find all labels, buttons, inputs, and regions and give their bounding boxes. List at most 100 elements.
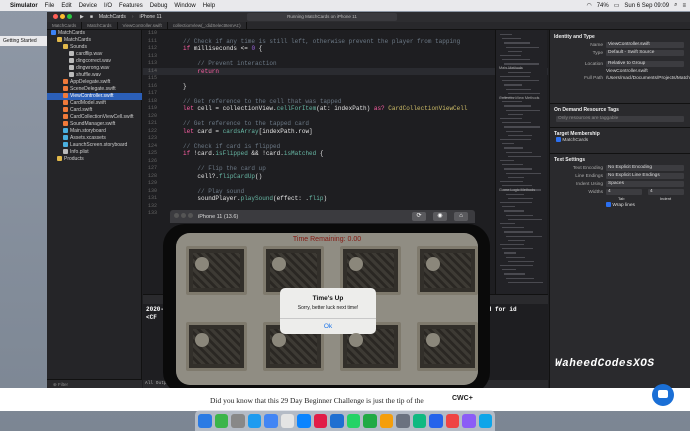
dock-app-icon[interactable]	[231, 413, 245, 428]
menu-app-name[interactable]: Simulator	[10, 3, 38, 9]
dock-app-icon[interactable]	[198, 413, 212, 428]
navigator-item[interactable]: SceneDelegate.swift	[47, 86, 142, 93]
code-line[interactable]: 111 // Check if any time is still left, o…	[143, 38, 548, 46]
dock-app-icon[interactable]	[445, 413, 459, 428]
navigator-item[interactable]: MatchCards	[47, 37, 142, 44]
jump-bar-item[interactable]: ViewController.swift	[118, 22, 168, 29]
menu-debug[interactable]: Debug	[150, 3, 168, 9]
navigator-item[interactable]: LaunchScreen.storyboard	[47, 142, 142, 149]
menu-features[interactable]: Features	[119, 3, 143, 9]
close-window-icon[interactable]	[53, 13, 58, 19]
battery-percent[interactable]: 74%	[597, 3, 609, 9]
indent-select[interactable]: Spaces	[606, 181, 684, 187]
iphone-screen[interactable]: Time Remaining: 0.00 Time's Up Sorry, be…	[176, 233, 478, 385]
code-lines[interactable]: 110 111 // Check if any time is still left…	[143, 30, 548, 218]
chat-icon[interactable]	[652, 384, 674, 406]
navigator-filter[interactable]: ⊕ Filter	[47, 379, 142, 388]
device-selector[interactable]: iPhone 11	[140, 14, 162, 20]
navigator-item[interactable]: Sounds	[47, 44, 142, 51]
dock-app-icon[interactable]	[214, 413, 228, 428]
navigator-item[interactable]: cardflip.wav	[47, 51, 142, 58]
code-line[interactable]: 113 // Prevent interaction	[143, 60, 548, 68]
close-window-icon[interactable]	[174, 213, 179, 218]
menu-help[interactable]: Help	[203, 3, 215, 9]
code-line[interactable]: 120	[143, 113, 548, 121]
zoom-window-icon[interactable]	[67, 13, 72, 19]
code-line[interactable]: 128 cell?.flipCardUp()	[143, 173, 548, 181]
code-line[interactable]: 118 // Get reference to the cell that was…	[143, 98, 548, 106]
dock-app-icon[interactable]	[396, 413, 410, 428]
code-line[interactable]: 132	[143, 203, 548, 211]
type-select[interactable]: Default - Swift Source	[606, 50, 684, 56]
battery-icon[interactable]: ▭	[614, 2, 620, 9]
navigator-item[interactable]: MatchCards	[47, 30, 142, 37]
menu-clock[interactable]: Sun 6 Sep 09:09	[624, 3, 669, 9]
wrap-lines-checkbox[interactable]: Wrap lines	[606, 202, 635, 209]
navigator-item[interactable]: Main.storyboard	[47, 128, 142, 135]
code-line[interactable]: 115	[143, 75, 548, 83]
navigator-item[interactable]: Assets.xcassets	[47, 135, 142, 142]
stop-icon[interactable]: ■	[90, 14, 93, 20]
code-line[interactable]: 113	[143, 53, 548, 61]
navigator-item[interactable]: CardCollectionViewCell.swift	[47, 114, 142, 121]
navigator-item[interactable]: AppDelegate.swift	[47, 79, 142, 86]
code-line[interactable]: 127 // Flip the card up	[143, 165, 548, 173]
odr-tags-field[interactable]: Only resources are taggable	[556, 116, 684, 122]
line-endings-select[interactable]: No Explicit Line Endings	[606, 173, 684, 179]
code-line[interactable]: 125 if !card.isFlipped && !card.isMatched…	[143, 150, 548, 158]
code-line[interactable]: 131 soundPlayer.playSound(effect: .flip)	[143, 195, 548, 203]
dock-app-icon[interactable]	[379, 413, 393, 428]
cwc-plus-logo[interactable]: CWC+	[452, 395, 473, 402]
run-icon[interactable]: ▶	[80, 14, 84, 20]
code-line[interactable]: 114 return	[143, 67, 548, 75]
dock-app-icon[interactable]	[313, 413, 327, 428]
zoom-window-icon[interactable]	[188, 213, 193, 218]
jump-bar-item[interactable]: MatchCards	[82, 22, 118, 29]
name-field[interactable]: ViewController.swift	[606, 42, 684, 48]
safari-tab-getting-started[interactable]: Getting Started	[0, 36, 47, 46]
dock-app-icon[interactable]	[297, 413, 311, 428]
code-line[interactable]: 117	[143, 90, 548, 98]
dock-app-icon[interactable]	[346, 413, 360, 428]
dock-app-icon[interactable]	[363, 413, 377, 428]
code-line[interactable]: 123	[143, 135, 548, 143]
wifi-icon[interactable]: ◠	[586, 2, 591, 9]
dock-app-icon[interactable]	[247, 413, 261, 428]
navigator-item[interactable]: Card.swift	[47, 107, 142, 114]
search-icon[interactable]: ⌕	[674, 2, 677, 9]
membership-checkbox[interactable]	[556, 137, 561, 143]
navigator-item[interactable]: dingwrong.wav	[47, 65, 142, 72]
navigator-item[interactable]: ViewController.swift	[47, 93, 142, 100]
code-line[interactable]: 130 // Play sound	[143, 188, 548, 196]
code-line[interactable]: 126	[143, 158, 548, 166]
navigator-item[interactable]: Info.plist	[47, 149, 142, 156]
code-line[interactable]: 112 if milliseconds <= 0 {	[143, 45, 548, 53]
minimize-window-icon[interactable]	[181, 213, 186, 218]
navigator-item[interactable]: Products	[47, 156, 142, 163]
jump-bar-item[interactable]: collectionView(_:didSelectItemAt:)	[168, 22, 247, 29]
menu-window[interactable]: Window	[174, 3, 195, 9]
menu-io[interactable]: I/O	[104, 3, 112, 9]
jump-bar-item[interactable]: MatchCards	[47, 22, 83, 29]
navigator-item[interactable]: dingcorrect.wav	[47, 58, 142, 65]
navigator-item[interactable]: shuffle.wav	[47, 72, 142, 79]
code-line[interactable]: 119 let cell = collectionView.cellForItem…	[143, 105, 548, 113]
menu-file[interactable]: File	[45, 3, 55, 9]
control-center-icon[interactable]: ≡	[682, 3, 686, 9]
encoding-select[interactable]: No Explicit Encoding	[606, 165, 684, 171]
dock-app-icon[interactable]	[280, 413, 294, 428]
alert-ok-button[interactable]: Ok	[280, 319, 376, 334]
dock-app-icon[interactable]	[478, 413, 492, 428]
code-line[interactable]: 121 // Get reference to the tapped card	[143, 120, 548, 128]
dock-app-icon[interactable]	[330, 413, 344, 428]
code-line[interactable]: 122 let card = cardsArray[indexPath.row]	[143, 128, 548, 136]
menu-edit[interactable]: Edit	[61, 3, 71, 9]
rotate-icon[interactable]: ⟳	[412, 212, 426, 221]
navigator-item[interactable]: SoundManager.swift	[47, 121, 142, 128]
menu-device[interactable]: Device	[79, 3, 97, 9]
code-line[interactable]: 129	[143, 180, 548, 188]
location-select[interactable]: Relative to Group	[606, 61, 684, 67]
scheme-selector[interactable]: MatchCards	[99, 14, 126, 20]
code-line[interactable]: 116}	[143, 83, 548, 91]
navigator-item[interactable]: CardModel.swift	[47, 100, 142, 107]
